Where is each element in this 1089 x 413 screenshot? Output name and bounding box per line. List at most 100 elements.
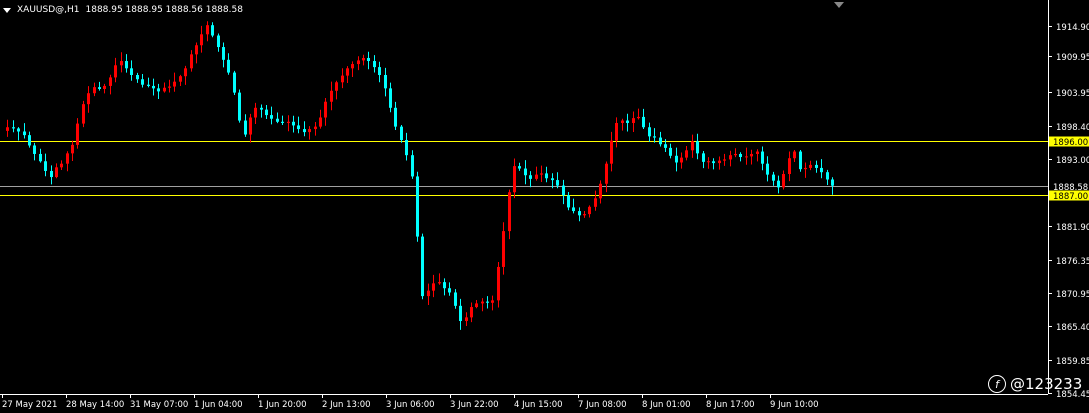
candle-body bbox=[578, 211, 581, 216]
chart-window: 1914.90 1909.95 1903.95 1898.40 1893.00 1881.… bbox=[0, 0, 1089, 413]
candle-body bbox=[389, 88, 392, 108]
candle-body bbox=[287, 121, 290, 123]
candle-body bbox=[653, 136, 656, 138]
chart-background bbox=[0, 0, 1089, 413]
y-tick-label: 1865.40 bbox=[1056, 323, 1089, 333]
candle-body bbox=[400, 126, 403, 140]
candle-body bbox=[465, 317, 468, 322]
candle-body bbox=[486, 301, 489, 303]
candle-body bbox=[718, 160, 721, 164]
candle-bearish bbox=[416, 171, 419, 242]
candle-body bbox=[772, 174, 775, 181]
candle-body bbox=[233, 72, 236, 93]
candle-body bbox=[756, 151, 759, 154]
y-tick-label: 1870.95 bbox=[1056, 290, 1089, 300]
candle-body bbox=[103, 85, 106, 89]
candle-body bbox=[195, 45, 198, 55]
candle-body bbox=[448, 288, 451, 293]
candle-body bbox=[626, 120, 629, 123]
candle-body bbox=[184, 68, 187, 77]
candle-body bbox=[367, 57, 370, 62]
candle-body bbox=[405, 139, 408, 156]
candle-body bbox=[227, 59, 230, 73]
watermark-text: @123233 bbox=[1010, 375, 1083, 393]
candle-body bbox=[734, 153, 737, 156]
candle-body bbox=[551, 178, 554, 181]
candle-body bbox=[599, 183, 602, 199]
candle-body bbox=[152, 85, 155, 89]
candle-body bbox=[222, 47, 225, 60]
candle-body bbox=[831, 179, 834, 186]
candle-body bbox=[109, 77, 112, 86]
candle-body bbox=[642, 116, 645, 128]
price-chart[interactable]: 1914.90 1909.95 1903.95 1898.40 1893.00 1881.… bbox=[0, 0, 1089, 413]
candle-body bbox=[12, 127, 15, 129]
candle-body bbox=[173, 81, 176, 87]
y-tick-label: 1914.90 bbox=[1056, 23, 1089, 33]
candle-body bbox=[87, 93, 90, 105]
candle-body bbox=[206, 25, 209, 35]
collapse-triangle-icon[interactable] bbox=[3, 7, 11, 13]
candle-body bbox=[33, 145, 36, 154]
x-tick-label: 27 May 2021 bbox=[2, 400, 57, 410]
candle-body bbox=[292, 121, 295, 126]
candle-body bbox=[766, 163, 769, 175]
candle-bearish bbox=[233, 70, 236, 96]
ohlc-values: 1888.95 1888.95 1888.56 1888.58 bbox=[85, 5, 243, 15]
candle-body bbox=[685, 150, 688, 158]
candle-body bbox=[610, 140, 613, 164]
candle-body bbox=[793, 151, 796, 159]
candle-body bbox=[820, 167, 823, 173]
candle-body bbox=[459, 305, 462, 322]
candle-body bbox=[200, 34, 203, 46]
candle-body bbox=[572, 207, 575, 212]
candle-body bbox=[702, 153, 705, 162]
candle-body bbox=[669, 147, 672, 156]
candle-body bbox=[120, 61, 123, 66]
y-tick-label: 1859.85 bbox=[1056, 357, 1089, 367]
x-tick-label: 7 Jun 08:00 bbox=[578, 400, 627, 410]
candle-body bbox=[28, 135, 31, 146]
candle-body bbox=[141, 79, 144, 85]
candle-body bbox=[330, 90, 333, 102]
candle-body bbox=[244, 120, 247, 135]
candle-body bbox=[308, 129, 311, 133]
candle-body bbox=[324, 101, 327, 118]
y-tick-label: 1898.40 bbox=[1056, 123, 1089, 133]
candle-body bbox=[502, 231, 505, 267]
candle-body bbox=[168, 86, 171, 88]
price-label-text: 1896.00 bbox=[1053, 138, 1088, 148]
candle-body bbox=[82, 104, 85, 124]
candle-body bbox=[432, 283, 435, 291]
candle-bullish bbox=[82, 100, 85, 128]
x-tick-label: 2 Jun 13:00 bbox=[322, 400, 371, 410]
candle-body bbox=[314, 126, 317, 130]
x-tick-label: 4 Jun 15:00 bbox=[514, 400, 563, 410]
candle-body bbox=[6, 127, 9, 131]
candle-body bbox=[535, 174, 538, 179]
candle-body bbox=[454, 292, 457, 306]
chart-shift-marker-icon[interactable] bbox=[834, 2, 844, 8]
candle-bearish bbox=[799, 149, 802, 172]
candle-body bbox=[76, 123, 79, 145]
candle-body bbox=[804, 167, 807, 170]
price-label-text: 1887.00 bbox=[1053, 192, 1088, 202]
candle-body bbox=[782, 174, 785, 188]
candle-body bbox=[136, 74, 139, 80]
candle-body bbox=[260, 107, 263, 110]
watermark: f @123233 bbox=[988, 375, 1082, 393]
candle-body bbox=[443, 282, 446, 289]
candle-body bbox=[281, 121, 284, 123]
candle-body bbox=[93, 87, 96, 94]
candle-body bbox=[335, 82, 338, 91]
candle-body bbox=[513, 166, 516, 193]
y-tick-label: 1903.95 bbox=[1056, 89, 1089, 99]
candle-body bbox=[238, 92, 241, 121]
candle-body bbox=[114, 65, 117, 78]
candle-body bbox=[621, 120, 624, 123]
candle-body bbox=[17, 128, 20, 132]
x-tick-label: 3 Jun 22:00 bbox=[450, 400, 499, 410]
candle-body bbox=[254, 107, 257, 118]
candle-body bbox=[179, 76, 182, 82]
candle-body bbox=[723, 159, 726, 161]
